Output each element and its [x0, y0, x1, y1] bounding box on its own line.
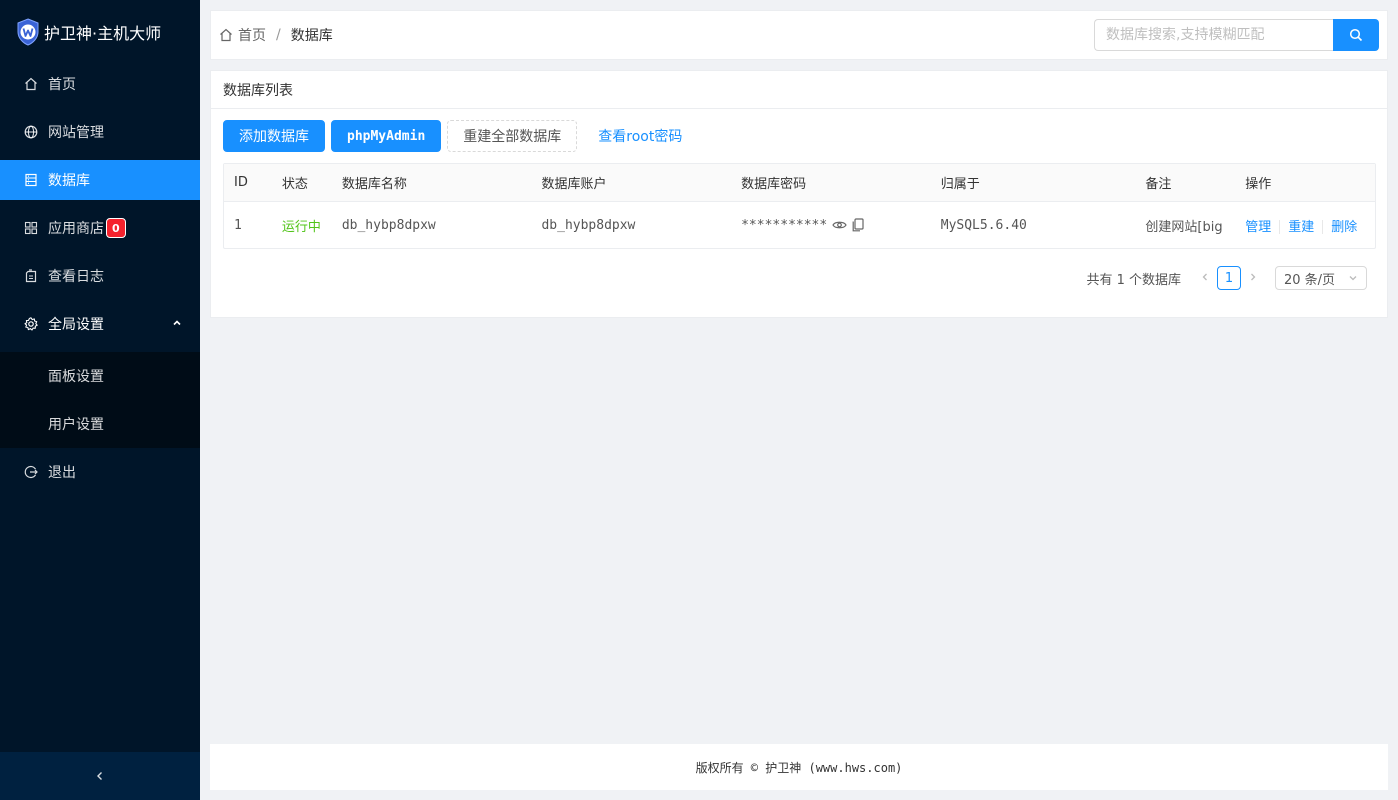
cell-owner: MySQL5.6.40 — [940, 217, 1027, 233]
home-icon — [24, 77, 38, 91]
chevron-left-icon — [97, 772, 102, 780]
toolbar: 添加数据库 phpMyAdmin 重建全部数据库 查看root密码 — [223, 120, 703, 152]
sidebar-item-logout[interactable]: 退出 — [0, 452, 200, 492]
breadcrumb-current: 数据库 — [290, 28, 333, 44]
shield-w-icon — [17, 18, 39, 46]
page-size-select[interactable]: 20 条/页 — [1275, 266, 1367, 290]
sidebar-item-label: 面板设置 — [48, 369, 104, 385]
sidebar-item-websites[interactable]: 网站管理 — [0, 112, 200, 152]
sidebar-item-database[interactable]: 数据库 — [0, 160, 200, 200]
delete-link[interactable]: 删除 — [1331, 220, 1357, 235]
next-page-button[interactable] — [1241, 271, 1265, 286]
column-header: 数据库名称 — [341, 177, 407, 192]
sidebar-item-label: 网站管理 — [48, 125, 104, 141]
sidebar-item-label: 查看日志 — [48, 269, 104, 285]
column-header: 数据库账户 — [541, 177, 607, 192]
breadcrumb-separator: / — [276, 27, 281, 43]
phpmyadmin-button[interactable]: phpMyAdmin — [331, 120, 442, 152]
cell-actions: 管理 重建 删除 — [1235, 216, 1375, 235]
sidebar-item-user-settings[interactable]: 用户设置 — [0, 404, 200, 444]
sidebar: 护卫神·主机大师 首页 网站管理 数据库 应用商店 0 查看日志 全局设置 面板… — [0, 0, 200, 800]
top-bar: 首页 / 数据库 — [210, 10, 1388, 60]
eye-icon[interactable] — [832, 219, 847, 231]
cell-remark: 创建网站[big — [1145, 219, 1223, 235]
brand-title: 护卫神·主机大师 — [44, 24, 162, 43]
table-row: 1 运行中 db_hybp8dpxw db_hybp8dpxw ********… — [224, 202, 1375, 248]
sidebar-item-global-settings[interactable]: 全局设置 — [0, 304, 200, 344]
chevron-left-icon — [1202, 273, 1207, 280]
sidebar-collapse-button[interactable] — [0, 752, 200, 800]
manage-link[interactable]: 管理 — [1245, 220, 1271, 235]
view-root-password-link[interactable]: 查看root密码 — [583, 120, 697, 152]
sidebar-item-label: 退出 — [48, 465, 76, 481]
sidebar-item-label: 用户设置 — [48, 417, 104, 433]
chevron-down-icon — [1349, 276, 1357, 281]
search-input[interactable] — [1094, 19, 1333, 51]
column-header: ID — [234, 175, 248, 190]
add-database-button[interactable]: 添加数据库 — [223, 120, 325, 152]
sidebar-menu-bottom: 退出 — [0, 452, 200, 492]
sidebar-item-panel-settings[interactable]: 面板设置 — [0, 356, 200, 396]
copyright-text: 版权所有 © 护卫神 (www.hws.com) — [695, 760, 903, 775]
pagination: 共有 1 个数据库 1 20 条/页 — [1086, 266, 1367, 290]
database-search — [1094, 19, 1379, 51]
cell-db-password: *********** — [731, 218, 931, 233]
page-size-value: 20 条/页 — [1284, 272, 1336, 288]
home-icon[interactable] — [219, 28, 233, 42]
column-header: 备注 — [1145, 177, 1172, 192]
apps-icon — [24, 221, 38, 235]
database-table: ID 状态 数据库名称 数据库账户 数据库密码 归属于 备注 操作 1 运行中 … — [223, 163, 1376, 249]
logout-icon — [24, 465, 38, 479]
sidebar-item-label: 应用商店 — [48, 221, 104, 237]
page-item-current[interactable]: 1 — [1217, 266, 1241, 290]
search-icon — [1349, 28, 1363, 42]
sidebar-menu: 首页 网站管理 数据库 应用商店 0 查看日志 全局设置 — [0, 64, 200, 344]
password-mask: *********** — [741, 217, 828, 233]
divider — [1279, 220, 1281, 234]
settings-submenu: 面板设置 用户设置 — [0, 352, 200, 448]
chevron-right-icon — [1251, 273, 1256, 280]
sidebar-item-label: 数据库 — [48, 173, 90, 189]
column-header: 数据库密码 — [741, 177, 807, 192]
breadcrumb-home[interactable]: 首页 — [238, 25, 266, 45]
sidebar-item-logs[interactable]: 查看日志 — [0, 256, 200, 296]
cell-db-name: db_hybp8dpxw — [341, 217, 436, 233]
rebuild-link[interactable]: 重建 — [1288, 220, 1314, 235]
table-header: ID 状态 数据库名称 数据库账户 数据库密码 归属于 备注 操作 — [224, 164, 1375, 202]
database-list-card: 数据库列表 添加数据库 phpMyAdmin 重建全部数据库 查看root密码 … — [210, 70, 1388, 318]
chevron-up-icon — [172, 316, 182, 332]
sidebar-item-home[interactable]: 首页 — [0, 64, 200, 104]
cell-db-account: db_hybp8dpxw — [541, 217, 636, 233]
search-button[interactable] — [1333, 19, 1379, 51]
footer: 版权所有 © 护卫神 (www.hws.com) — [210, 744, 1388, 790]
app-store-badge: 0 — [106, 218, 126, 238]
divider — [1322, 220, 1324, 234]
sidebar-item-label: 首页 — [48, 77, 76, 93]
database-icon — [24, 173, 38, 187]
brand[interactable]: 护卫神·主机大师 — [0, 0, 200, 64]
sidebar-item-app-store[interactable]: 应用商店 0 — [0, 208, 200, 248]
card-title: 数据库列表 — [211, 71, 1387, 109]
pagination-total: 共有 1 个数据库 — [1086, 272, 1181, 288]
rebuild-all-button[interactable]: 重建全部数据库 — [447, 120, 578, 152]
globe-icon — [24, 125, 38, 139]
gear-icon — [24, 317, 38, 331]
column-header: 归属于 — [940, 177, 980, 192]
breadcrumb: 首页 / 数据库 — [219, 25, 333, 45]
cell-status: 运行中 — [281, 219, 321, 235]
cell-id: 1 — [234, 217, 242, 233]
prev-page-button[interactable] — [1193, 271, 1217, 286]
column-header: 操作 — [1245, 177, 1272, 192]
sidebar-item-label: 全局设置 — [48, 317, 104, 333]
copy-icon[interactable] — [852, 218, 864, 232]
log-icon — [24, 269, 38, 283]
column-header: 状态 — [281, 177, 308, 192]
